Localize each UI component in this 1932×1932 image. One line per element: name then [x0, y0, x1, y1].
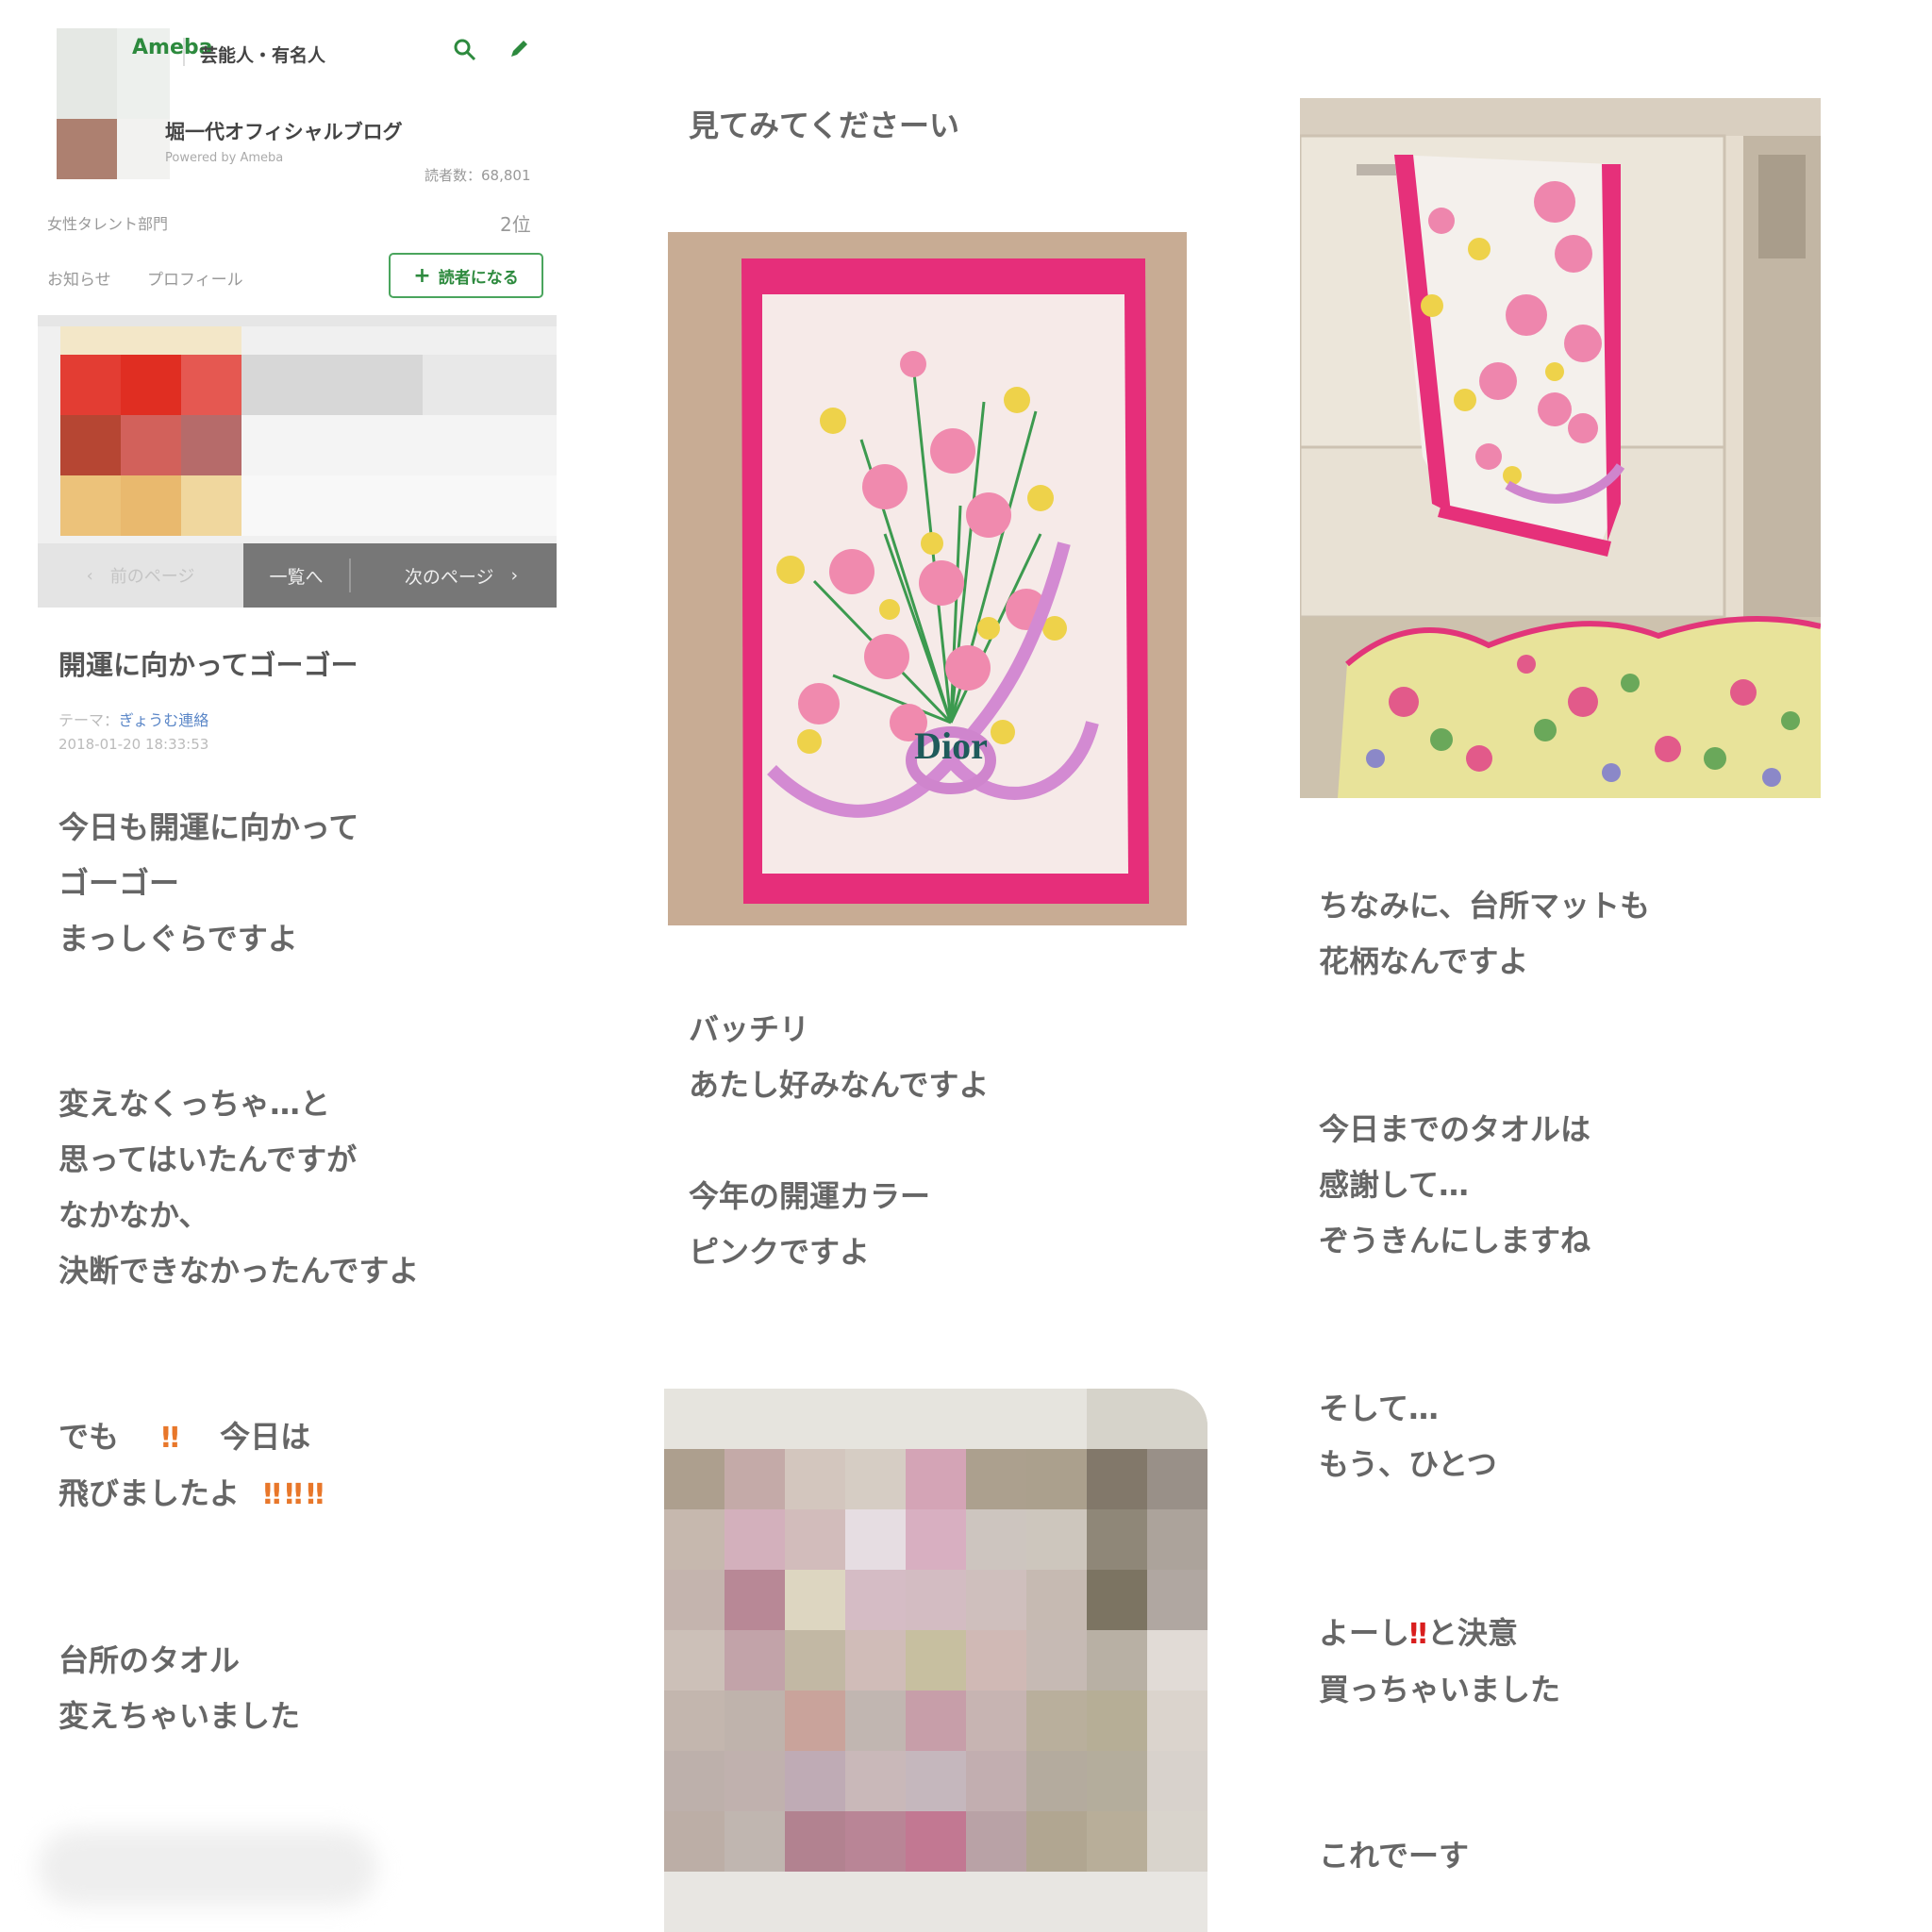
blog-title[interactable]: 堀一代オフィシャルブログ	[165, 117, 403, 145]
rank-value: 2位	[500, 213, 531, 236]
site-header: Ameba 芸能人・有名人	[57, 28, 547, 75]
left-column: Ameba 芸能人・有名人 堀一代オフィシャルブログ Powered by Am…	[0, 0, 566, 1932]
body-line: 飛びましたよ ‼‼‼	[58, 1466, 328, 1523]
next-page-button[interactable]: 次のページ ›	[366, 543, 557, 608]
next-page-label: 次のページ	[404, 566, 494, 588]
body-text: よーし	[1319, 1615, 1410, 1651]
body-paragraph-10: そして… もう、ひとつ	[1319, 1381, 1497, 1492]
powered-by: Powered by Ameba	[165, 151, 284, 165]
body-line: 花柄なんですよ	[1319, 943, 1529, 979]
body-line: ピンクですよ	[689, 1234, 871, 1270]
prev-page-label: 前のページ	[109, 567, 195, 587]
prev-page-button[interactable]: ‹ 前のページ	[38, 543, 243, 608]
header-separator	[183, 38, 185, 66]
body-line: そして…	[1319, 1391, 1440, 1426]
body-paragraph-4: 台所のタオル 変えちゃいました	[58, 1633, 300, 1744]
body-line: もう、ひとつ	[1319, 1446, 1497, 1482]
blurred-element	[38, 1830, 377, 1906]
body-text: 今日は	[220, 1419, 311, 1455]
entry-title[interactable]: 開運に向かってゴーゴー	[58, 643, 358, 683]
nav-news[interactable]: お知らせ	[47, 266, 111, 290]
kitchen-towel-photo[interactable]	[1300, 98, 1821, 798]
body-paragraph-7: 今年の開運カラー ピンクですよ	[689, 1169, 930, 1280]
body-line: あたし好みなんですよ	[689, 1067, 990, 1103]
body-line: 台所のタオル	[58, 1642, 241, 1678]
body-line: よーし‼と決意	[1319, 1606, 1560, 1662]
body-text: でも	[58, 1419, 120, 1455]
body-paragraph-3: でも ‼ 今日は 飛びましたよ ‼‼‼	[58, 1409, 328, 1523]
pager-controls: 一覧へ 次のページ ›	[243, 543, 557, 608]
body-line: ちなみに、台所マットも	[1319, 888, 1651, 924]
plus-icon: +	[413, 263, 431, 288]
body-line: 決断できなかったんですよ	[58, 1253, 420, 1289]
pager-divider	[349, 558, 351, 592]
body-paragraph-6: バッチリ あたし好みなんですよ	[689, 1002, 989, 1113]
pencil-icon[interactable]	[508, 38, 530, 67]
search-icon[interactable]	[453, 38, 477, 69]
theme-label: テーマ：	[58, 711, 120, 729]
body-text: と決意	[1426, 1615, 1518, 1651]
body-line: 変えちゃいました	[58, 1698, 301, 1734]
double-exclamation-icon: ‼	[161, 1422, 179, 1455]
blurred-product-photo[interactable]	[664, 1389, 1208, 1932]
rank-category[interactable]: 女性タレント部門	[47, 211, 168, 234]
body-line: なかなか、	[58, 1197, 209, 1233]
body-line: 変えなくっちゃ…と	[58, 1086, 331, 1122]
body-line: ゴーゴー	[58, 865, 180, 901]
body-paragraph-11: よーし‼と決意 買っちゃいました	[1319, 1606, 1560, 1718]
entry-date: 2018-01-20 18:33:53	[58, 736, 209, 753]
chevron-right-icon: ›	[510, 565, 519, 586]
category-link[interactable]: 芸能人・有名人	[200, 42, 325, 67]
body-paragraph-9: 今日までのタオルは 感謝して… ぞうきんにしますね	[1319, 1102, 1591, 1269]
reader-count: 読者数：68,801	[425, 167, 531, 184]
body-line: 買っちゃいました	[1319, 1672, 1561, 1707]
double-exclamation-icon: ‼‼‼	[263, 1478, 328, 1511]
body-paragraph-2: 変えなくっちゃ…と 思ってはいたんですが なかなか、 決断できなかったんですよ	[58, 1076, 419, 1299]
pager: ‹ 前のページ 一覧へ 次のページ ›	[38, 543, 557, 608]
body-line: ぞうきんにしますね	[1319, 1223, 1591, 1258]
follow-button[interactable]: + 読者になる	[389, 253, 543, 298]
theme-link[interactable]: ぎょうむ連絡	[119, 711, 208, 729]
body-line: まっしぐらですよ	[58, 921, 298, 957]
body-line: 今日までのタオルは	[1319, 1111, 1591, 1147]
chevron-left-icon: ‹	[86, 565, 93, 586]
pink-towel-photo[interactable]: Dior	[668, 232, 1187, 925]
body-text: 飛びましたよ	[58, 1475, 241, 1511]
body-line: バッチリ	[689, 1011, 810, 1047]
body-line: これでーす	[1319, 1838, 1470, 1874]
double-exclamation-icon: ‼	[1409, 1618, 1427, 1651]
body-line: 感謝して…	[1319, 1167, 1470, 1203]
nav-profile[interactable]: プロフィール	[147, 266, 243, 290]
body-paragraph-5: 見てみてくださーい	[689, 98, 959, 154]
follow-label: 読者になる	[438, 268, 519, 288]
body-line: 思ってはいたんですが	[58, 1141, 358, 1177]
entry-theme: テーマ：ぎょうむ連絡	[58, 708, 208, 730]
body-line: 見てみてくださーい	[689, 108, 960, 143]
body-paragraph-1: 今日も開運に向かって ゴーゴー まっしぐらですよ	[58, 800, 358, 967]
body-line: 今日も開運に向かって	[58, 809, 359, 845]
body-line: 今年の開運カラー	[689, 1178, 931, 1214]
body-line: でも ‼ 今日は	[58, 1409, 328, 1466]
body-paragraph-12: これでーす	[1319, 1828, 1469, 1884]
towel-brand-logo: Dior	[914, 724, 988, 767]
list-button[interactable]: 一覧へ	[243, 543, 349, 608]
body-paragraph-8: ちなみに、台所マットも 花柄なんですよ	[1319, 878, 1650, 990]
